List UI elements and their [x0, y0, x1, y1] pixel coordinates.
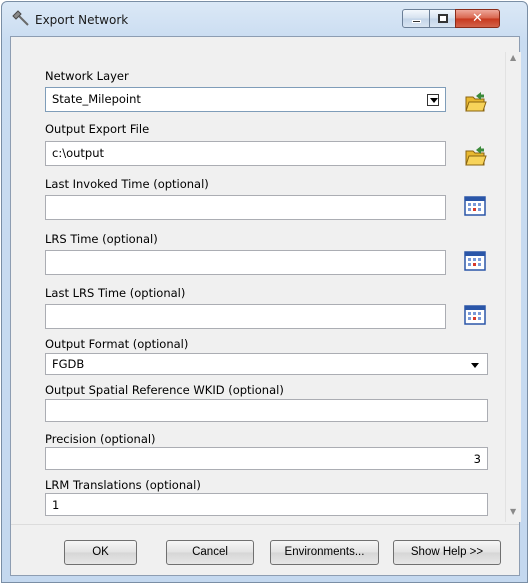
output-spatial-reference-label: Output Spatial Reference WKID (optional)	[45, 383, 284, 397]
dialog-client-area: Network Layer State_Milepoint Output Exp…	[10, 36, 521, 577]
window-title: Export Network	[35, 13, 129, 27]
last-lrs-time-label: Last LRS Time (optional)	[45, 286, 186, 300]
output-export-file-label: Output Export File	[45, 122, 150, 136]
output-format-label: Output Format (optional)	[45, 337, 189, 351]
parameters-panel: Network Layer State_Milepoint Output Exp…	[11, 37, 507, 522]
maximize-button[interactable]	[429, 9, 456, 28]
minimize-icon	[412, 20, 421, 23]
title-bar[interactable]: Export Network ✕	[2, 2, 527, 36]
show-help-button[interactable]: Show Help >>	[393, 540, 501, 565]
lrs-time-input[interactable]	[45, 250, 446, 275]
environments-button[interactable]: Environments...	[270, 540, 379, 565]
network-layer-label: Network Layer	[45, 69, 129, 83]
dialog-button-bar: OK Cancel Environments... Show Help >>	[11, 524, 519, 577]
precision-label: Precision (optional)	[45, 432, 156, 446]
close-icon: ✕	[472, 11, 483, 26]
vertical-scrollbar[interactable]: ▲ ▼	[505, 52, 521, 522]
scroll-up-icon[interactable]: ▲	[510, 54, 516, 62]
lrs-time-label: LRS Time (optional)	[45, 232, 158, 246]
ok-button[interactable]: OK	[64, 540, 137, 565]
network-layer-select[interactable]: State_Milepoint	[45, 87, 446, 112]
lrm-translations-value: 1	[52, 498, 60, 512]
open-folder-icon[interactable]	[462, 89, 488, 115]
maximize-icon	[438, 14, 448, 23]
output-export-file-input[interactable]: c:\output	[45, 141, 446, 166]
open-folder-icon[interactable]	[462, 143, 488, 169]
last-lrs-time-input[interactable]	[45, 304, 446, 329]
network-layer-value: State_Milepoint	[52, 92, 141, 106]
export-network-window: Export Network ✕ Network Layer State_Mil…	[1, 1, 528, 583]
lrm-translations-input[interactable]: 1	[45, 493, 488, 516]
calendar-icon[interactable]	[462, 302, 488, 328]
output-format-value: FGDB	[52, 357, 85, 371]
cancel-button[interactable]: Cancel	[166, 540, 254, 565]
output-spatial-reference-input[interactable]	[45, 399, 488, 422]
output-export-file-value: c:\output	[52, 146, 105, 160]
last-invoked-time-label: Last Invoked Time (optional)	[45, 177, 209, 191]
calendar-icon[interactable]	[462, 248, 488, 274]
calendar-icon[interactable]	[462, 193, 488, 219]
lrm-translations-label: LRM Translations (optional)	[45, 478, 201, 492]
tool-hammer-icon	[12, 10, 29, 26]
output-format-select[interactable]: FGDB	[45, 353, 488, 375]
precision-input[interactable]: 3	[45, 447, 488, 470]
close-button[interactable]: ✕	[455, 9, 500, 28]
last-invoked-time-input[interactable]	[45, 195, 446, 220]
chevron-down-icon[interactable]	[471, 363, 479, 368]
chevron-down-icon[interactable]	[427, 94, 439, 106]
minimize-button[interactable]	[402, 9, 430, 28]
scroll-down-icon[interactable]: ▼	[510, 508, 516, 516]
precision-value: 3	[473, 452, 481, 466]
